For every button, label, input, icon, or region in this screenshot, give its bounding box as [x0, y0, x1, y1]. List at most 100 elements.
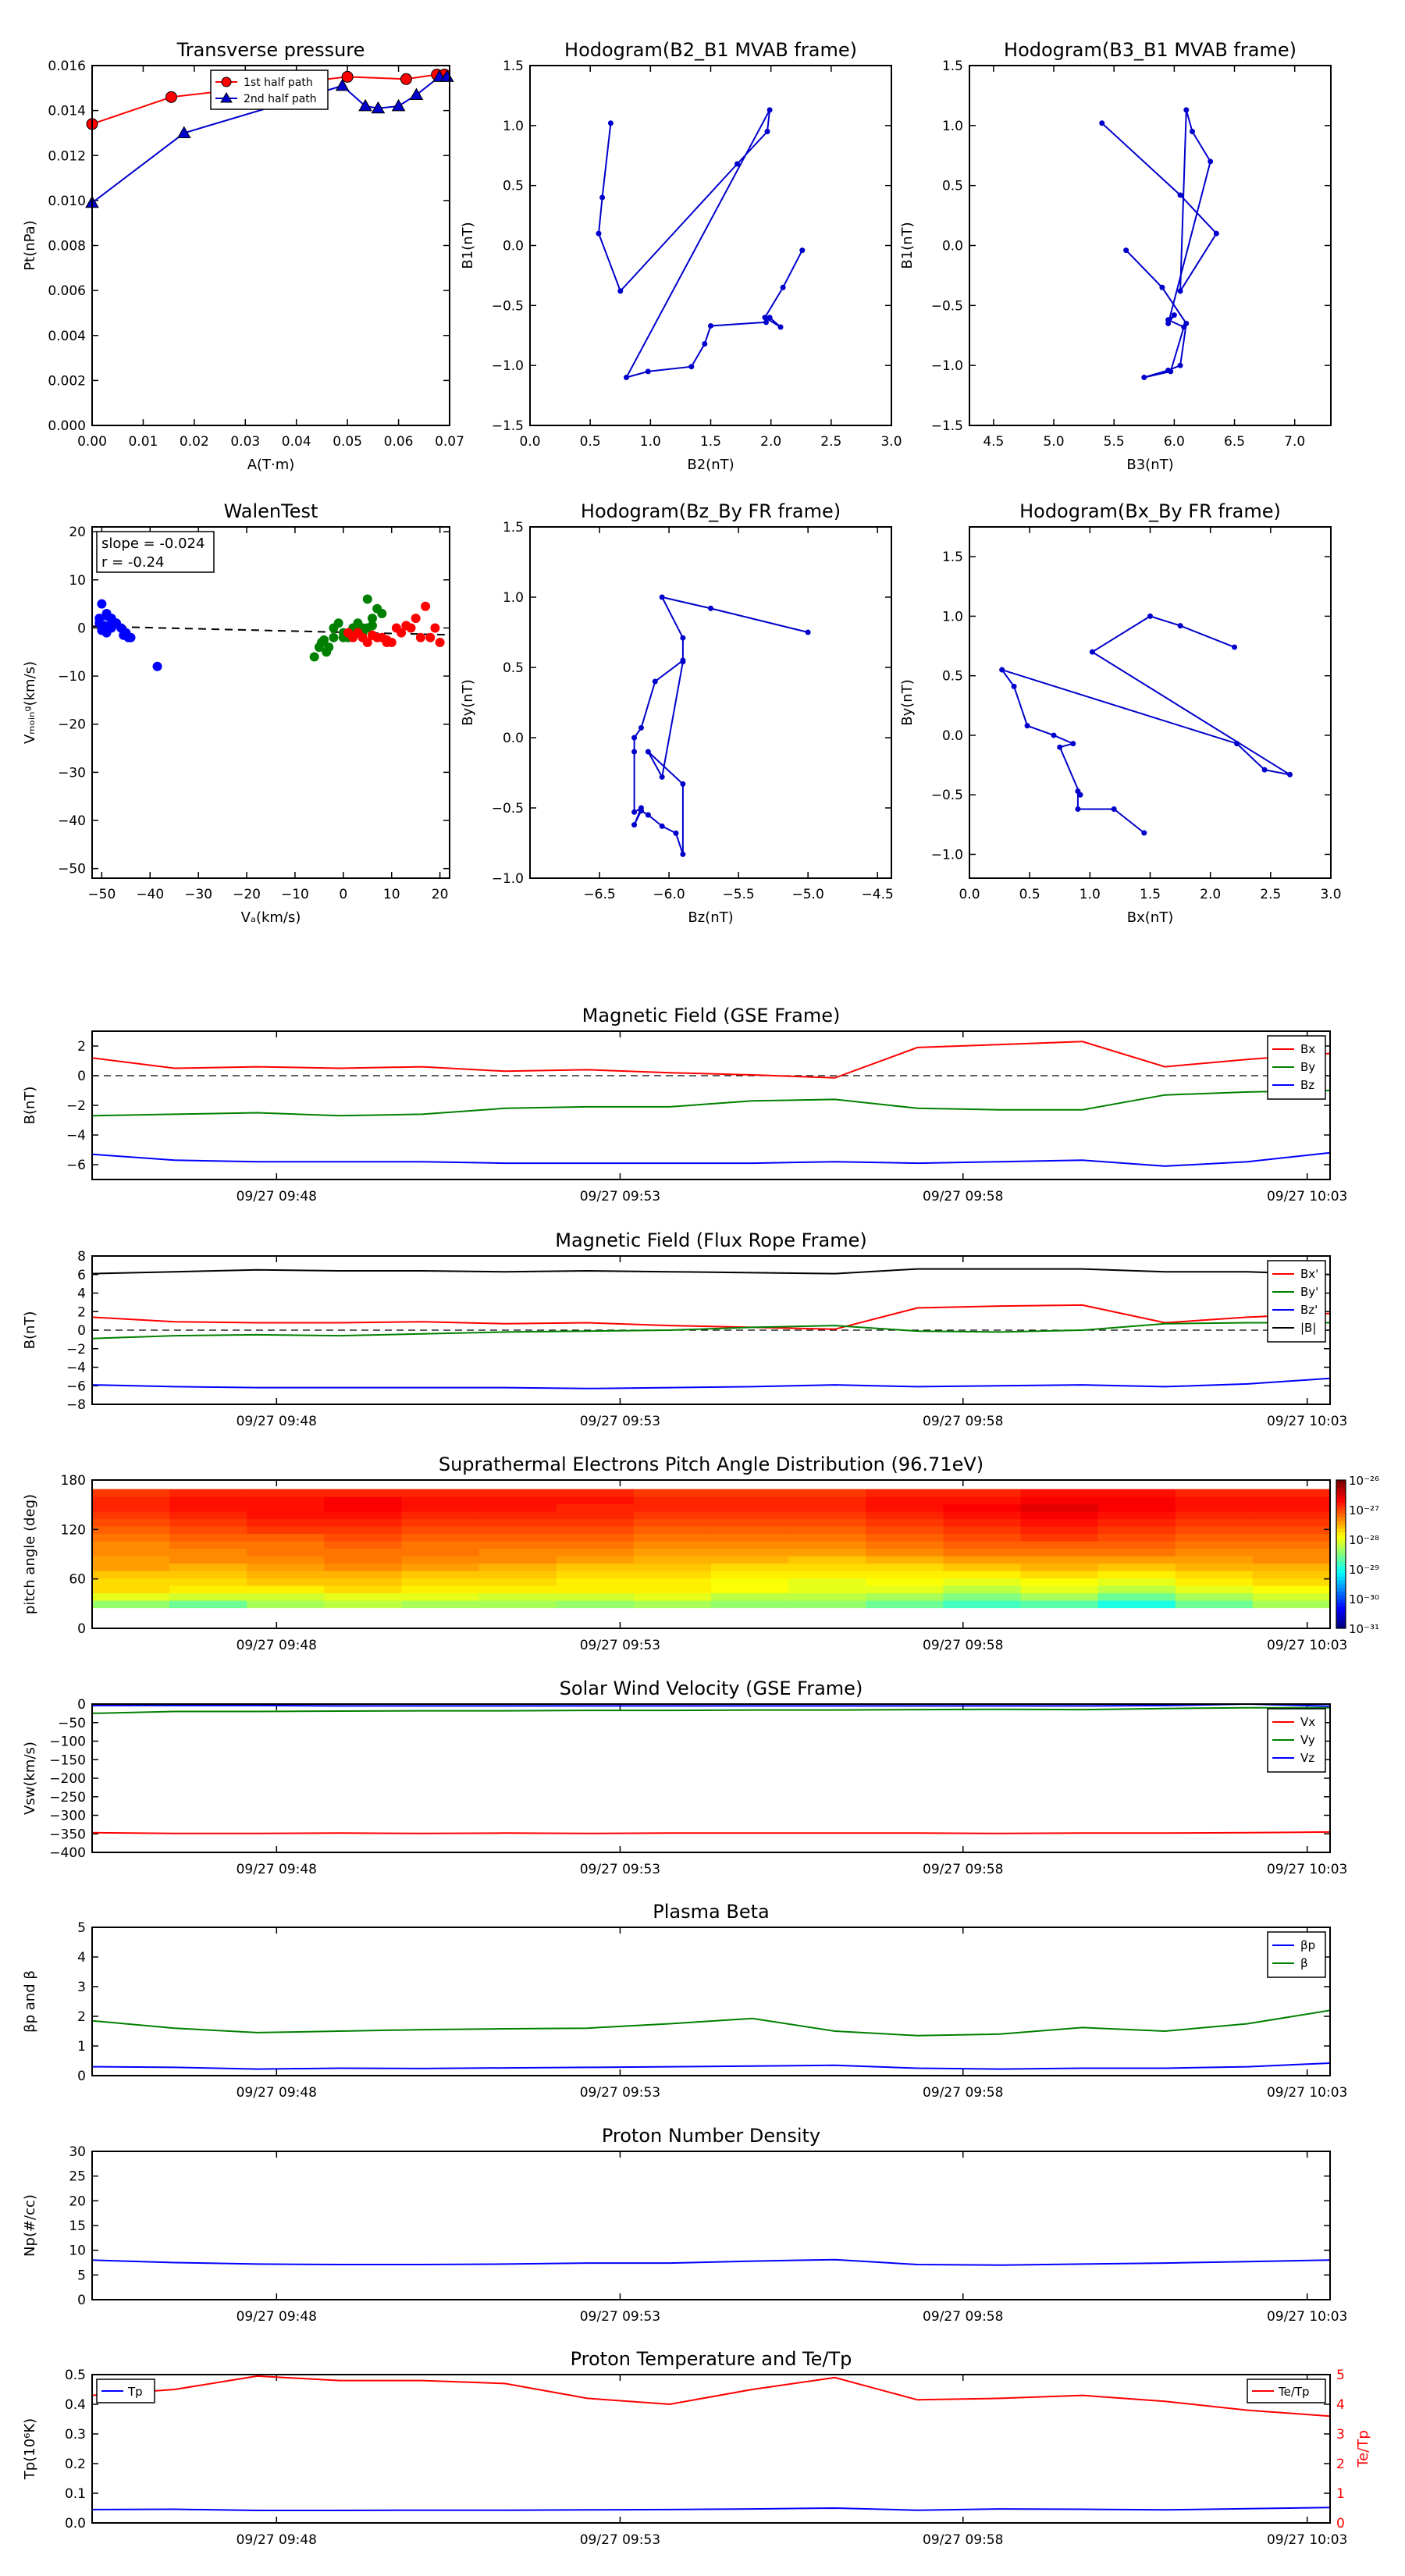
heatmap-cell: [633, 1600, 712, 1609]
heatmap-cell: [1252, 1541, 1331, 1550]
chart-title: Suprathermal Electrons Pitch Angle Distr…: [439, 1453, 984, 1475]
heatmap-cell: [943, 1533, 1021, 1542]
x-tick-label: 0: [339, 887, 347, 902]
x-tick-label: 09/27 09:48: [237, 1638, 317, 1653]
heatmap-cell: [1252, 1571, 1331, 1579]
y-tick-label: 120: [61, 1522, 86, 1538]
colorbar-tick-label: 10⁻²⁶: [1349, 1474, 1379, 1488]
heatmap-cell: [866, 1496, 944, 1505]
x-axis-label: Bz(nT): [688, 909, 733, 926]
figure-background: [0, 0, 1405, 2576]
heatmap-cell: [788, 1548, 866, 1557]
heatmap-cell: [788, 1526, 866, 1535]
y-tick-label: −40: [58, 813, 86, 829]
colorbar-segment: [1336, 1542, 1346, 1547]
heatmap-cell: [1175, 1548, 1254, 1557]
colorbar-tick-label: 10⁻³¹: [1349, 1622, 1379, 1636]
heatmap-cell: [866, 1556, 944, 1564]
y-tick-label: 0: [77, 1069, 86, 1084]
y-tick-label: 1.5: [503, 520, 524, 535]
y-axis-label: B1(nT): [899, 222, 916, 269]
y-tick-label: 0.5: [942, 179, 963, 194]
colorbar-segment: [1336, 1539, 1346, 1544]
heatmap-cell: [1097, 1571, 1176, 1579]
data-point: [631, 735, 638, 741]
heatmap-cell: [788, 1592, 866, 1601]
y-axis-label: Vₘₒᵢₙᵍ(km/s): [22, 661, 38, 744]
heatmap-cell: [1020, 1571, 1099, 1579]
x-tick-label: 1.0: [640, 434, 661, 450]
y-tick-label: −2: [66, 1342, 86, 1357]
heatmap-cell: [711, 1511, 789, 1520]
x-tick-label: −50: [87, 887, 116, 902]
heatmap-cell: [401, 1496, 480, 1505]
heatmap-cell: [92, 1518, 170, 1527]
data-point: [805, 629, 811, 635]
data-point: [764, 129, 770, 135]
data-point: [623, 375, 629, 381]
x-tick-label: 09/27 09:53: [580, 1189, 660, 1204]
y-tick-label: 0: [77, 1697, 86, 1713]
colorbar-segment: [1336, 1591, 1346, 1596]
y-tick-label: 0.014: [48, 104, 86, 119]
heatmap-cell: [401, 1556, 480, 1564]
heatmap-cell: [943, 1511, 1021, 1520]
y-tick-label: 0.1: [65, 2486, 86, 2502]
x-tick-label: 10: [383, 887, 400, 902]
y-tick-label: −2: [66, 1098, 86, 1114]
x-tick-label: 1.5: [700, 434, 721, 450]
heatmap-cell: [169, 1518, 247, 1527]
colorbar-segment: [1336, 1521, 1346, 1525]
colorbar-segment: [1336, 1502, 1346, 1507]
data-point: [767, 107, 773, 113]
y-tick-label: 4: [77, 1950, 86, 1966]
heatmap-cell: [556, 1556, 635, 1564]
x-tick-label: 2.5: [820, 434, 841, 450]
heatmap-cell: [711, 1541, 789, 1550]
data-point: [1261, 767, 1268, 773]
heatmap-cell: [169, 1571, 247, 1579]
y-tick-label: 5: [77, 1920, 86, 1936]
heatmap-cell: [478, 1592, 557, 1601]
y-tick-label: −150: [49, 1752, 86, 1768]
heatmap-cell: [478, 1503, 557, 1512]
data-point: [631, 822, 638, 828]
y-tick-label: 0: [77, 2293, 86, 2308]
y-tick-label: 20: [69, 2194, 86, 2209]
legend-label: Tp: [127, 2385, 143, 2399]
y-tick-label: −300: [49, 1809, 86, 1824]
heatmap-cell: [556, 1541, 635, 1550]
data-point: [1208, 158, 1214, 165]
heatmap-cell: [556, 1571, 635, 1579]
y-tick-label: 0.012: [48, 148, 86, 164]
heatmap-cell: [324, 1503, 402, 1512]
legend-label: 2nd half path: [244, 93, 317, 105]
y-tick-label: 0.008: [48, 239, 86, 254]
heatmap-cell: [169, 1541, 247, 1550]
heatmap-cell: [92, 1600, 170, 1609]
heatmap-cell: [1252, 1526, 1331, 1535]
heatmap-cell: [1252, 1503, 1331, 1512]
chart-title: Proton Number Density: [602, 2125, 820, 2147]
colorbar-segment: [1336, 1525, 1346, 1529]
y-tick-label: 60: [69, 1572, 86, 1588]
y-tick-label: −10: [58, 669, 86, 685]
heatmap-cell: [556, 1511, 635, 1520]
heatmap-cell: [1020, 1533, 1099, 1542]
x-tick-label: 09/27 09:48: [237, 2309, 317, 2325]
data-point: [1051, 732, 1057, 738]
legend-label: By': [1300, 1285, 1318, 1299]
heatmap-cell: [788, 1571, 866, 1579]
data-point: [97, 599, 107, 609]
y-tick-label: 0.5: [503, 179, 524, 194]
heatmap-cell: [1020, 1526, 1099, 1535]
heatmap-cell: [711, 1563, 789, 1571]
data-point: [1234, 741, 1240, 747]
heatmap-cell: [943, 1585, 1021, 1594]
heatmap-cell: [1252, 1563, 1331, 1571]
heatmap-cell: [401, 1503, 480, 1512]
data-point: [1177, 362, 1183, 368]
data-point: [1190, 129, 1196, 135]
x-tick-label: 09/27 09:58: [923, 1862, 1003, 1877]
data-point: [1075, 788, 1081, 795]
